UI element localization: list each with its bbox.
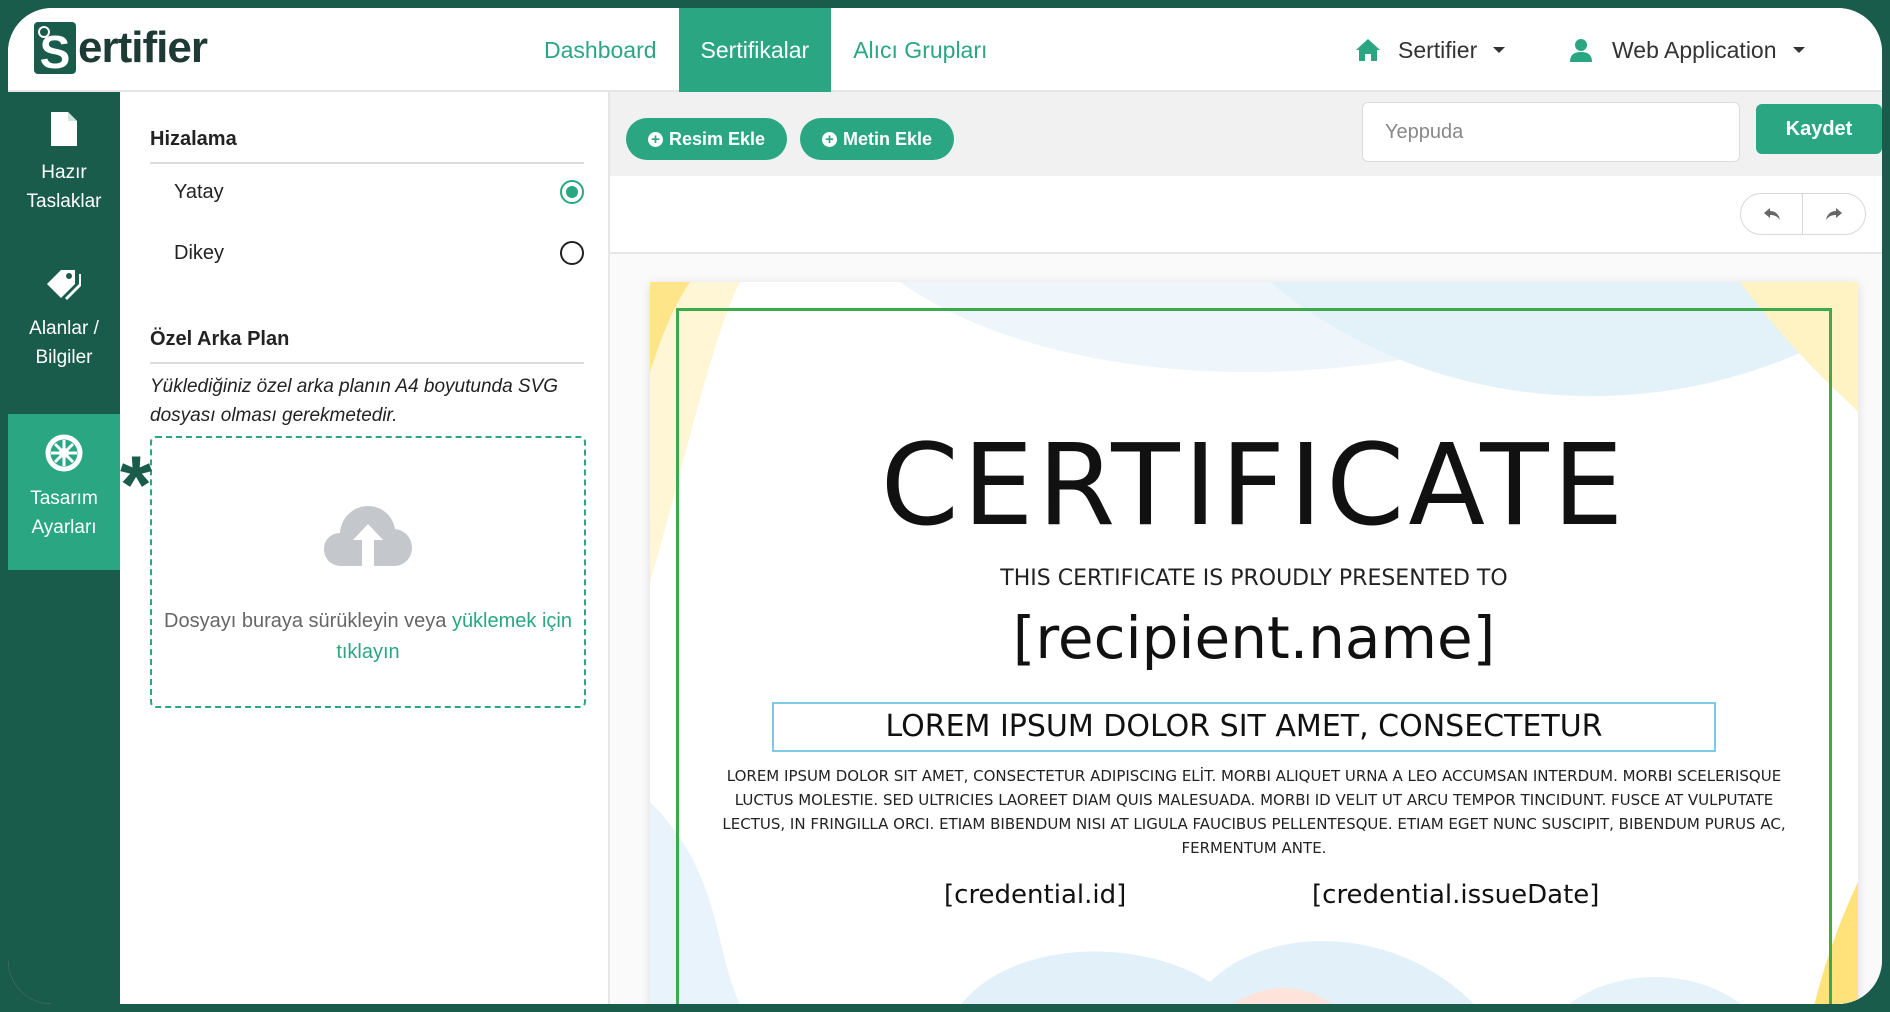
background-upload-dropzone[interactable]: Dosyayı buraya sürükleyin veya yüklemek … [150,436,586,708]
save-button[interactable]: Kaydet [1756,104,1882,154]
undo-icon [1763,208,1780,220]
rail-label-line2: Ayarları [31,517,97,538]
divider [150,362,584,364]
certificate-title[interactable]: CERTIFICATE [650,430,1858,542]
redo-icon [1826,208,1842,220]
history-bar [610,176,1882,254]
alignment-vertical-option[interactable]: Dikey [174,233,584,273]
plus-circle-icon: + [822,131,837,147]
recipient-name-field[interactable]: [recipient.name] [650,604,1858,672]
redo-button[interactable] [1803,194,1865,234]
rail-label-line1: Alanlar / [29,318,99,339]
rail-label-line2: Taslaklar [26,191,102,212]
undo-button[interactable] [1741,194,1804,234]
tags-icon [47,270,81,300]
app-window: S ertifier Dashboard Sertifikalar Alıcı … [8,8,1882,1004]
user-dropdown[interactable]: Web Application [1568,8,1805,92]
user-icon [1570,39,1592,62]
selected-text-element[interactable]: LOREM IPSUM DOLOR SIT AMET, CONSECTETUR [772,702,1716,752]
rail-label-line1: Tasarım [30,488,98,509]
file-icon [51,112,77,146]
nav-dashboard[interactable]: Dashboard [522,8,679,92]
plus-circle-icon: + [648,131,663,147]
issue-date-field[interactable]: [credential.issueDate] [1312,880,1599,910]
certificate-canvas[interactable]: CERTIFICATE THIS CERTIFICATE IS PROUDLY … [650,282,1858,1004]
alignment-title: Hizalama [150,128,237,150]
add-image-button[interactable]: + Resim Ekle [626,118,788,160]
user-label: Web Application [1612,36,1777,63]
add-image-label: Resim Ekle [669,128,766,149]
org-label: Sertifier [1398,36,1478,63]
left-rail: Hazır Taslaklar Alanlar / Bilgiler Tasar… [8,92,120,1004]
dropzone-text: Dosyayı buraya sürükleyin veya yüklemek … [152,606,584,668]
horizontal-radio[interactable] [560,180,584,204]
ribbon-icon [38,26,50,38]
nav-alici-gruplari[interactable]: Alıcı Grupları [831,8,1009,92]
sertifier-logo[interactable]: S ertifier [34,18,208,78]
gear-icon [45,434,83,472]
rail-item-tasarim-ayarlari[interactable]: Tasarım Ayarları [8,414,120,570]
org-dropdown[interactable]: Sertifier [1354,8,1506,92]
add-text-button[interactable]: + Metin Ekle [800,118,955,160]
divider [150,162,584,164]
vertical-label: Dikey [174,241,225,264]
main-nav: Dashboard Sertifikalar Alıcı Grupları [522,8,1009,92]
certificate-editor: + Resim Ekle + Metin Ekle Kaydet [610,92,1882,1004]
dropzone-instruction: Dosyayı buraya sürükleyin veya [164,610,452,632]
cloud-upload-icon [324,506,412,566]
chevron-down-icon [1493,47,1506,53]
alignment-horizontal-option[interactable]: Yatay [174,172,584,212]
credential-id-field[interactable]: [credential.id] [944,880,1126,910]
home-icon [1356,39,1380,61]
nav-sertifikalar[interactable]: Sertifikalar [678,8,832,92]
certificate-subtitle[interactable]: THIS CERTIFICATE IS PROUDLY PRESENTED TO [650,566,1858,591]
chevron-down-icon [1792,47,1805,53]
custom-bg-help: Yüklediğiniz özel arka planın A4 boyutun… [150,376,559,426]
horizontal-label: Yatay [174,180,224,203]
undo-redo-group [1740,193,1866,235]
vertical-radio[interactable] [560,241,584,265]
logo-text: ertifier [78,23,208,72]
certificate-name-input[interactable] [1362,102,1740,162]
certificate-body-text[interactable]: LOREM IPSUM DOLOR SIT AMET, CONSECTETUR … [712,764,1796,860]
logo-badge: S [34,22,76,78]
top-header: S ertifier Dashboard Sertifikalar Alıcı … [8,8,1882,92]
editor-toolbar: + Resim Ekle + Metin Ekle Kaydet [610,92,1882,176]
rail-item-alanlar-bilgiler[interactable]: Alanlar / Bilgiler [8,248,120,404]
rail-label-line2: Bilgiler [35,347,93,368]
design-settings-panel: Hizalama Yatay Dikey Özel Arka Plan Yükl… [120,92,610,1004]
annotation-asterisk: * [120,440,152,531]
custom-bg-title: Özel Arka Plan [150,328,290,350]
add-text-label: Metin Ekle [843,128,933,149]
rail-item-hazir-taslaklar[interactable]: Hazır Taslaklar [8,92,120,248]
rail-label-line1: Hazır [41,162,87,183]
